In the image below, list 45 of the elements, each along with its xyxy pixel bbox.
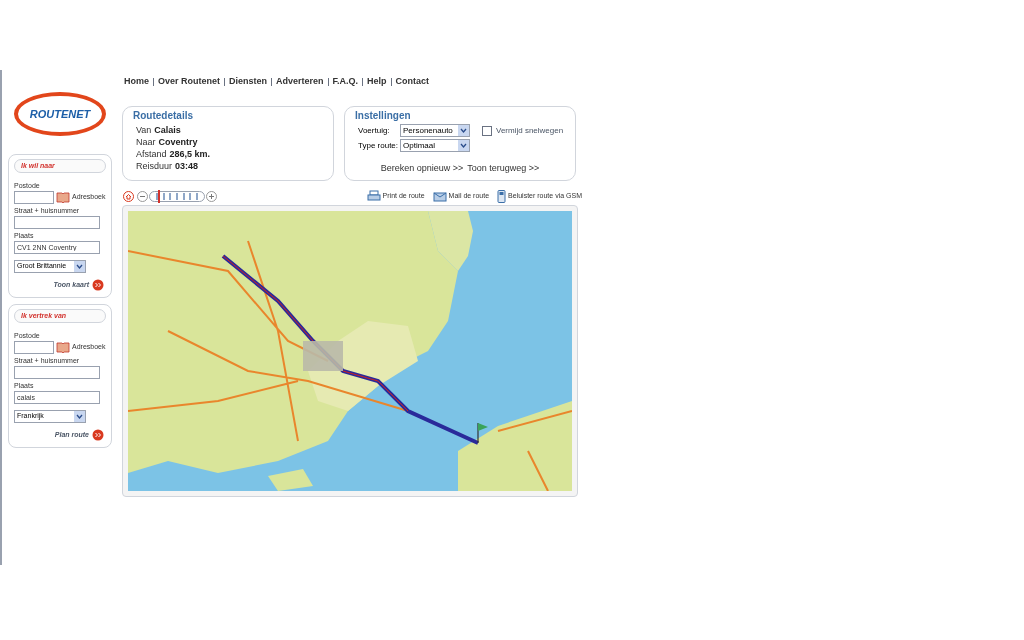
field-label: Van: [136, 124, 152, 136]
field-label: Type route:: [358, 139, 400, 152]
dropdown-arrow-icon: [458, 140, 469, 151]
field-label: Voertuig:: [358, 124, 391, 137]
checkbox-label: Vermijd snelwegen: [496, 124, 564, 137]
field-value: 03:48: [175, 160, 199, 172]
zoom-slider[interactable]: [149, 190, 205, 202]
nav-link[interactable]: Contact: [395, 75, 430, 89]
postcode-field[interactable]: [14, 341, 54, 354]
home-icon[interactable]: [123, 190, 134, 202]
dropdown-arrow-icon: [74, 411, 85, 422]
checkbox[interactable]: [482, 125, 492, 136]
zoom-in-icon[interactable]: [206, 190, 217, 202]
field-label: Afstand: [136, 148, 167, 160]
go-icon[interactable]: [92, 279, 104, 291]
action-link[interactable]: Toon terugweg >>: [467, 162, 540, 176]
slider-thumb[interactable]: [158, 189, 161, 203]
panel-title: Instellingen: [355, 109, 412, 123]
phone-icon[interactable]: [497, 189, 507, 203]
postcode-field[interactable]: [14, 191, 54, 204]
routenet-logo[interactable]: ROUTENET: [14, 92, 106, 136]
nav-link[interactable]: F.A.Q.: [332, 75, 359, 89]
action-link[interactable]: Bereken opnieuw >>: [380, 162, 464, 176]
address-book-icon[interactable]: [56, 342, 70, 353]
text-field[interactable]: [14, 216, 100, 229]
zoom-out-icon[interactable]: [137, 190, 148, 202]
go-icon[interactable]: [92, 429, 104, 441]
nav-link[interactable]: Diensten: [229, 75, 268, 89]
nav-link[interactable]: Help: [367, 75, 387, 89]
nav-link[interactable]: Over Routenet: [158, 75, 221, 89]
field-label: Reisduur: [136, 160, 173, 172]
panel-title: Routedetails: [133, 109, 194, 123]
dropdown-arrow-icon: [458, 125, 469, 136]
field-value: Calais: [154, 124, 181, 136]
address-book-icon[interactable]: [56, 192, 70, 203]
nav-link[interactable]: Home: [124, 75, 149, 89]
text-field[interactable]: [14, 366, 100, 379]
field-label: Naar: [136, 136, 156, 148]
printer-icon[interactable]: [366, 190, 381, 202]
dropdown-arrow-icon: [74, 261, 85, 272]
field-value: Coventry: [158, 136, 198, 148]
field-value: 286,5 km.: [169, 148, 211, 160]
dropdown[interactable]: Optimaal: [400, 139, 470, 152]
dropdown[interactable]: Personenauto: [400, 124, 470, 137]
nav-link[interactable]: Adverteren: [276, 75, 324, 89]
